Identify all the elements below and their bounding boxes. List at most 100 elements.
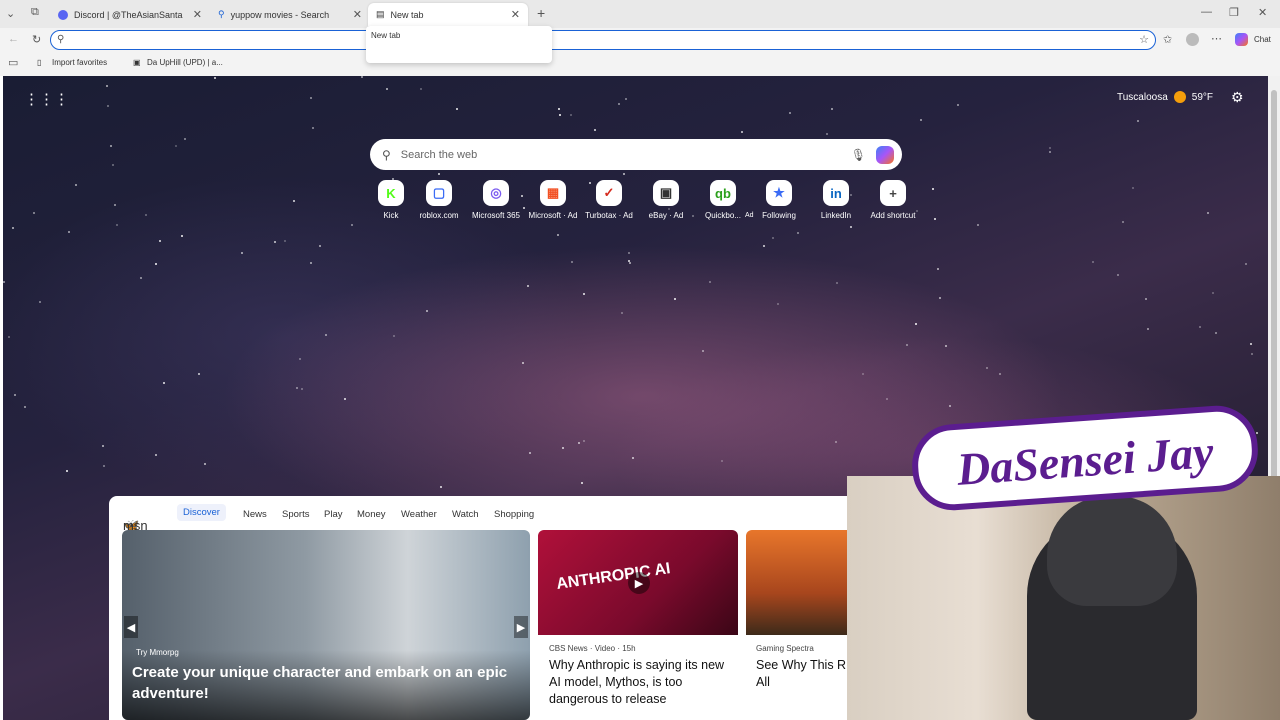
shortcut-shopping-bag[interactable]: ▣ eBay · Ad (638, 180, 694, 220)
bookmark-import-favorites[interactable]: Import favorites (52, 58, 107, 67)
star (312, 127, 315, 130)
star (7, 336, 10, 339)
star (825, 133, 828, 136)
shortcut-microsoft-365[interactable]: ◎ Microsoft 365 (468, 180, 524, 220)
back-arrow-icon[interactable]: ← (8, 33, 19, 45)
copilot-icon[interactable] (1235, 33, 1248, 46)
apps-grid-icon[interactable]: ⋮⋮⋮ (24, 90, 69, 108)
bookmarks-bar: ▭ ▯ Import favorites ▣ Da UpHill (UPD) |… (0, 56, 1280, 72)
carousel-next-icon[interactable]: ▶ (514, 616, 528, 638)
tab-discord[interactable]: Discord | @TheAsianSanta ✕ (50, 3, 210, 26)
star (618, 102, 621, 105)
star (1214, 331, 1217, 334)
star (998, 373, 1001, 376)
maximize-icon[interactable]: ❐ (1229, 6, 1239, 19)
favorites-icon[interactable]: ✩ (1163, 33, 1172, 46)
star (577, 442, 580, 445)
shortcut-label: roblox.com (419, 211, 459, 220)
star (1132, 187, 1135, 190)
shortcut-roblox[interactable]: ▢ roblox.com (411, 180, 467, 220)
collections-icon[interactable]: ▭ (8, 56, 18, 69)
star (324, 334, 327, 337)
shortcut-microsoft[interactable]: ▦ Microsoft · Ad (525, 180, 581, 220)
star (570, 113, 573, 116)
star (1206, 212, 1209, 215)
shortcut-label: Add shortcut (870, 211, 916, 220)
star (144, 213, 147, 216)
close-tab-icon[interactable]: ✕ (193, 8, 202, 21)
star (350, 224, 353, 227)
shortcut-linkedin[interactable]: in LinkedIn (808, 180, 864, 220)
star (1137, 120, 1140, 123)
refresh-icon[interactable]: ↻ (32, 33, 41, 46)
thumbnail-overlay-text: ANTHROPIC AI (555, 560, 672, 593)
shortcut-quickbooks[interactable]: qb Quickbo... Ad (695, 180, 754, 220)
bookmark-da-uphill[interactable]: Da UpHill (UPD) | a... (147, 58, 223, 67)
star (570, 260, 573, 263)
star (526, 285, 529, 287)
nav-watch[interactable]: Watch (452, 509, 479, 520)
shortcut-label: LinkedIn (820, 211, 852, 220)
favorite-star-icon[interactable]: ☆ (1139, 33, 1149, 46)
nav-shopping[interactable]: Shopping (494, 509, 534, 520)
star (203, 462, 206, 465)
workspaces-icon[interactable]: ⧉ (31, 6, 39, 19)
nav-news[interactable]: News (243, 509, 267, 520)
chat-label[interactable]: Chat (1254, 35, 1271, 44)
star (721, 459, 724, 462)
linkedin-icon: in (823, 180, 849, 206)
hero-card[interactable]: ◀ ▶ Try Mmorpg Create your unique charac… (122, 530, 530, 720)
news-card-anthropic[interactable]: ANTHROPIC AI ▶ CBS News · Video · 15h Wh… (538, 530, 738, 720)
scrollbar-thumb[interactable] (1271, 90, 1277, 510)
tab-search[interactable]: ⚲ yuppow movies - Search ✕ (210, 3, 370, 26)
close-tab-icon[interactable]: ✕ (353, 8, 362, 21)
star (920, 119, 923, 122)
star (110, 144, 113, 147)
shortcut-turbotax[interactable]: ✓ Turbotax · Ad (581, 180, 637, 220)
star (937, 267, 940, 270)
shortcut-label: Microsoft 365 (471, 211, 521, 220)
tooltip-text: New tab (371, 31, 401, 40)
star (386, 88, 389, 91)
star (849, 226, 852, 229)
tab-actions-chevron-icon[interactable]: ⌄ (6, 7, 15, 20)
streamer-logo: DaSensei Jay (912, 405, 1258, 511)
nav-weather[interactable]: Weather (401, 509, 437, 520)
copilot-icon[interactable] (876, 145, 894, 164)
minimize-icon[interactable]: — (1201, 6, 1212, 18)
new-tab-plus-icon[interactable]: + (537, 5, 545, 21)
web-search-box[interactable]: ⚲ Search the web 🎙 (370, 139, 902, 170)
star (163, 381, 166, 384)
close-tab-icon[interactable]: ✕ (511, 8, 520, 21)
star (702, 349, 705, 352)
star (103, 465, 106, 468)
star (13, 393, 16, 396)
nav-play[interactable]: Play (324, 509, 342, 520)
tab-new-tab[interactable]: ▤ New tab ✕ (368, 3, 528, 26)
carousel-prev-icon[interactable]: ◀ (124, 616, 138, 638)
window-close-icon[interactable]: ✕ (1258, 6, 1267, 19)
play-icon[interactable]: ▶ (628, 572, 650, 594)
star (3, 280, 6, 283)
settings-gear-icon[interactable]: ⚙ (1231, 89, 1244, 106)
nav-discover[interactable]: Discover (177, 504, 226, 521)
weather-temp: 59°F (1191, 91, 1214, 103)
hero-title[interactable]: Create your unique character and embark … (132, 662, 530, 704)
nav-sports[interactable]: Sports (282, 509, 309, 520)
search-icon: ⚲ (382, 147, 391, 162)
star (284, 239, 287, 242)
search-input[interactable]: Search the web (401, 149, 851, 161)
profile-avatar[interactable] (1186, 33, 1199, 46)
star (39, 301, 42, 304)
weather-widget[interactable]: Tuscaloosa 59°F (1117, 91, 1213, 103)
shortcut-plus[interactable]: + Add shortcut (865, 180, 921, 220)
star (1198, 326, 1201, 329)
news-title[interactable]: Why Anthropic is saying its new AI model… (549, 657, 733, 708)
shortcut-following[interactable]: ★ Following (751, 180, 807, 220)
nav-money[interactable]: Money (357, 509, 386, 520)
address-bar[interactable]: ⚲ ☆ (50, 30, 1156, 50)
microphone-icon[interactable]: 🎙 (851, 148, 866, 162)
star (33, 211, 36, 214)
star (1122, 220, 1125, 223)
more-menu-icon[interactable]: ⋯ (1211, 32, 1222, 45)
